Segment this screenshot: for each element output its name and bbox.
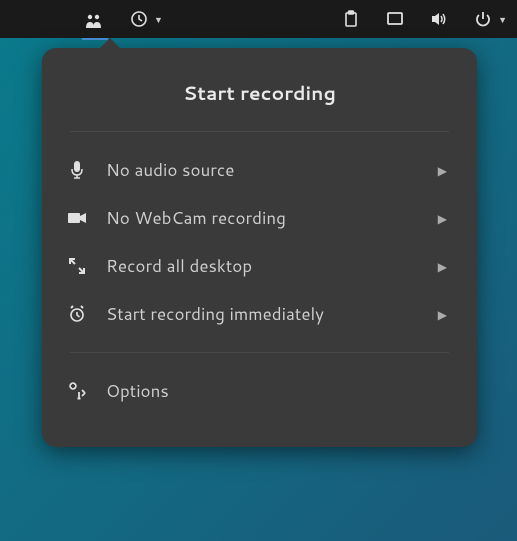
popover-title: Start recording <box>42 72 477 131</box>
clipboard-indicator[interactable] <box>338 4 364 34</box>
screen-indicator[interactable] <box>382 4 408 34</box>
chevron-right-icon: ▶ <box>438 210 447 227</box>
recording-options-section: No audio source ▶ No WebCam recording ▶ … <box>42 132 477 352</box>
power-indicator[interactable]: ▼ <box>470 4 509 34</box>
recorder-popover: Start recording No audio source ▶ No Web <box>42 48 477 447</box>
volume-indicator[interactable] <box>426 4 452 34</box>
record-delay-item[interactable]: Start recording immediately ▶ <box>42 290 477 338</box>
chevron-right-icon: ▶ <box>438 162 447 179</box>
record-area-item[interactable]: Record all desktop ▶ <box>42 242 477 290</box>
options-section: Options <box>42 353 477 429</box>
alarm-icon <box>66 303 88 325</box>
menu-item-label: No WebCam recording <box>106 206 420 230</box>
menu-item-label: Record all desktop <box>106 254 420 278</box>
screen-icon <box>384 8 406 30</box>
clipboard-icon <box>340 8 362 30</box>
menu-item-label: Start recording immediately <box>106 302 420 326</box>
chevron-down-icon: ▼ <box>498 13 507 26</box>
top-panel-left: ▼ <box>82 0 165 40</box>
chevron-right-icon: ▶ <box>438 306 447 323</box>
clock-icon <box>128 8 150 30</box>
chevron-down-icon: ▼ <box>154 13 163 26</box>
webcam-item[interactable]: No WebCam recording ▶ <box>42 194 477 242</box>
webcam-icon <box>66 207 88 229</box>
recorder-icon <box>84 10 106 32</box>
audio-source-item[interactable]: No audio source ▶ <box>42 146 477 194</box>
chevron-right-icon: ▶ <box>438 258 447 275</box>
options-item[interactable]: Options <box>42 367 477 415</box>
recorder-indicator[interactable] <box>82 6 108 40</box>
clock-indicator[interactable]: ▼ <box>126 4 165 34</box>
expand-icon <box>66 255 88 277</box>
volume-icon <box>428 8 450 30</box>
power-icon <box>472 8 494 30</box>
microphone-icon <box>66 159 88 181</box>
menu-item-label: Options <box>106 379 447 403</box>
settings-icon <box>66 380 88 402</box>
top-panel: ▼ <box>0 0 517 38</box>
menu-item-label: No audio source <box>106 158 420 182</box>
